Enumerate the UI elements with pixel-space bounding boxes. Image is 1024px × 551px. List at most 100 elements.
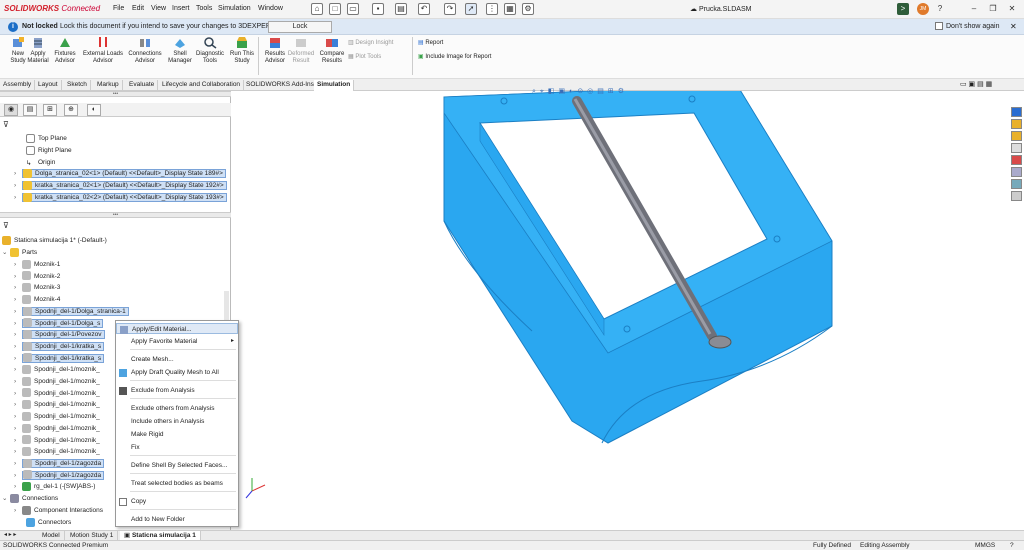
- compare-results-button[interactable]: Compare Results: [315, 37, 349, 75]
- tree-item-part[interactable]: › Spodnji_del-1/moznik_: [14, 399, 100, 410]
- diagnostic-tools-button[interactable]: Diagnostic Tools: [193, 37, 227, 75]
- graphics-area[interactable]: ⌕⌖◧▣◐⊙◎▤⊞⚙: [232, 84, 1008, 530]
- tab-simulation[interactable]: Simulation: [314, 80, 355, 91]
- tree-item-connectors[interactable]: Connectors: [26, 517, 71, 528]
- tree-item-part[interactable]: › Spodnji_del-1/Povezov: [14, 329, 105, 340]
- tab-layout[interactable]: Layout: [35, 80, 62, 91]
- menu-item-add-to-new-folder[interactable]: Add to New Folder: [116, 514, 238, 525]
- expand-arrow-icon[interactable]: ›: [14, 435, 22, 446]
- tree-item-part[interactable]: › Spodnji_del-1/zagozda: [14, 458, 105, 469]
- menu-edit[interactable]: Edit: [132, 5, 144, 12]
- menu-view[interactable]: View: [151, 5, 166, 12]
- checkbox-box[interactable]: [935, 22, 943, 30]
- menu-item-copy[interactable]: Copy: [116, 496, 238, 507]
- design-library-icon[interactable]: [1011, 119, 1022, 129]
- expand-arrow-icon[interactable]: ›: [14, 364, 22, 375]
- menu-item-define-shell[interactable]: Define Shell By Selected Faces...: [116, 460, 238, 471]
- menu-item-apply-favorite-material[interactable]: Apply Favorite Material ▸: [116, 336, 238, 347]
- menu-item-include-others[interactable]: Include others in Analysis: [116, 416, 238, 427]
- collapse-arrow-icon[interactable]: ⌄: [2, 493, 10, 504]
- expand-arrow-icon[interactable]: ›: [14, 271, 22, 282]
- connections-advisor-button[interactable]: Connections Advisor: [126, 37, 164, 75]
- display-manager-tab-icon[interactable]: ◐: [87, 104, 101, 116]
- appearances-icon[interactable]: [1011, 155, 1022, 165]
- close-notice-icon[interactable]: ✕: [1010, 22, 1017, 31]
- tab-evaluate[interactable]: Evaluate: [126, 80, 159, 91]
- configuration-tab-icon[interactable]: ⊞: [43, 104, 57, 116]
- file-explorer-icon[interactable]: [1011, 131, 1022, 141]
- tree-item-part[interactable]: › Spodnji_del-1/moznik_: [14, 411, 100, 422]
- expand-arrow-icon[interactable]: ›: [14, 294, 22, 305]
- tab-markup[interactable]: Markup: [94, 80, 123, 91]
- expand-arrow-icon[interactable]: ›: [14, 341, 22, 352]
- menu-item-fix[interactable]: Fix: [116, 442, 238, 453]
- tree-item-part[interactable]: › Spodnji_del-1/moznik_: [14, 423, 100, 434]
- expand-arrow-icon[interactable]: ›: [14, 481, 22, 492]
- close-icon[interactable]: ✕: [1006, 3, 1018, 15]
- dont-show-again-checkbox[interactable]: Don't show again: [935, 22, 999, 30]
- options-gear-icon[interactable]: ⚙: [522, 3, 534, 15]
- filter-icon[interactable]: ⊽: [3, 221, 9, 230]
- tree-item-part[interactable]: › Moznik-3: [14, 282, 60, 293]
- tree-item-part[interactable]: › Spodnji_del-1/Dolga_s: [14, 318, 104, 329]
- menu-item-draft-mesh[interactable]: Apply Draft Quality Mesh to All: [116, 367, 238, 378]
- view-palette-icon[interactable]: [1011, 143, 1022, 153]
- tab-lifecycle[interactable]: Lifecycle and Collaboration: [159, 80, 245, 91]
- external-loads-advisor-button[interactable]: External Loads Advisor: [82, 37, 124, 75]
- expand-arrow-icon[interactable]: ›: [14, 423, 22, 434]
- tree-item-part[interactable]: › Spodnji_del-1/kratka_s: [14, 341, 105, 352]
- resources-icon[interactable]: [1011, 107, 1022, 117]
- tree-item-part[interactable]: › Moznik-4: [14, 294, 60, 305]
- expand-arrow-icon[interactable]: ›: [14, 329, 22, 340]
- expand-arrow-icon[interactable]: ›: [14, 259, 22, 270]
- solidworks-forum-icon[interactable]: [1011, 179, 1022, 189]
- home-icon[interactable]: ⌂: [311, 3, 323, 15]
- rebuild-icon[interactable]: ▦: [504, 3, 516, 15]
- restore-icon[interactable]: ❐: [987, 3, 999, 15]
- select-arrow-icon[interactable]: ➚: [465, 3, 477, 15]
- run-this-study-button[interactable]: Run This Study: [225, 37, 259, 75]
- terminal-icon[interactable]: >: [897, 3, 909, 15]
- menu-item-exclude-others[interactable]: Exclude others from Analysis: [116, 403, 238, 414]
- avatar[interactable]: JM: [917, 3, 929, 15]
- traffic-light-icon[interactable]: ⋮: [486, 3, 498, 15]
- shell-manager-button[interactable]: Shell Manager: [163, 37, 197, 75]
- tree-item-part[interactable]: › Spodnji_del-1/moznik_: [14, 376, 100, 387]
- dimxpert-tab-icon[interactable]: ⊕: [64, 104, 78, 116]
- expand-arrow-icon[interactable]: ›: [14, 282, 22, 293]
- menu-simulation[interactable]: Simulation: [218, 5, 251, 12]
- menu-item-exclude[interactable]: Exclude from Analysis: [116, 385, 238, 396]
- menu-item-treat-as-beams[interactable]: Treat selected bodies as beams: [116, 478, 238, 489]
- property-manager-tab-icon[interactable]: ▤: [23, 104, 37, 116]
- expand-arrow-icon[interactable]: ›: [14, 411, 22, 422]
- print-icon[interactable]: ▤: [395, 3, 407, 15]
- new-document-icon[interactable]: □: [329, 3, 341, 15]
- lock-button[interactable]: Lock: [268, 21, 332, 33]
- expand-arrow-icon[interactable]: ›: [14, 470, 22, 481]
- model-view[interactable]: [232, 84, 1008, 530]
- expand-arrow-icon[interactable]: ›: [14, 353, 22, 364]
- expand-arrow-icon[interactable]: ›: [14, 306, 22, 317]
- tab-assembly[interactable]: Assembly: [0, 80, 36, 91]
- tree-item-study[interactable]: Staticna simulacija 1* (-Default-): [2, 235, 107, 246]
- help-icon[interactable]: ?: [934, 3, 946, 15]
- tree-item-part[interactable]: › Moznik-1: [14, 259, 60, 270]
- tab-addins[interactable]: SOLIDWORKS Add-Ins: [243, 80, 318, 91]
- minimize-icon[interactable]: –: [968, 3, 980, 15]
- design-insight-button[interactable]: ▥ Design Insight: [348, 39, 393, 46]
- tree-item-origin[interactable]: ↳ Origin: [26, 157, 55, 168]
- menu-window[interactable]: Window: [258, 5, 283, 12]
- menu-insert[interactable]: Insert: [172, 5, 190, 12]
- tree-item-part[interactable]: › rg_del-1 (-[SW]ABS-): [14, 481, 95, 492]
- menu-item-create-mesh[interactable]: Create Mesh...: [116, 354, 238, 365]
- expand-arrow-icon[interactable]: ›: [14, 505, 22, 516]
- menu-item-make-rigid[interactable]: Make Rigid: [116, 429, 238, 440]
- tree-item-component[interactable]: › Dolga_stranica_02<1> (Default) <<Defaul…: [14, 168, 226, 179]
- expand-arrow-icon[interactable]: ›: [14, 318, 22, 329]
- heads-up-view-toolbar[interactable]: ⌕⌖◧▣◐⊙◎▤⊞⚙: [532, 87, 692, 97]
- tree-item-part[interactable]: › Moznik-2: [14, 271, 60, 282]
- menu-item-apply-edit-material[interactable]: Apply/Edit Material...: [116, 323, 238, 334]
- collapse-arrow-icon[interactable]: ⌄: [2, 247, 10, 258]
- panel-splitter[interactable]: •••: [0, 212, 231, 218]
- deformed-result-button[interactable]: Deformed Result: [284, 37, 318, 75]
